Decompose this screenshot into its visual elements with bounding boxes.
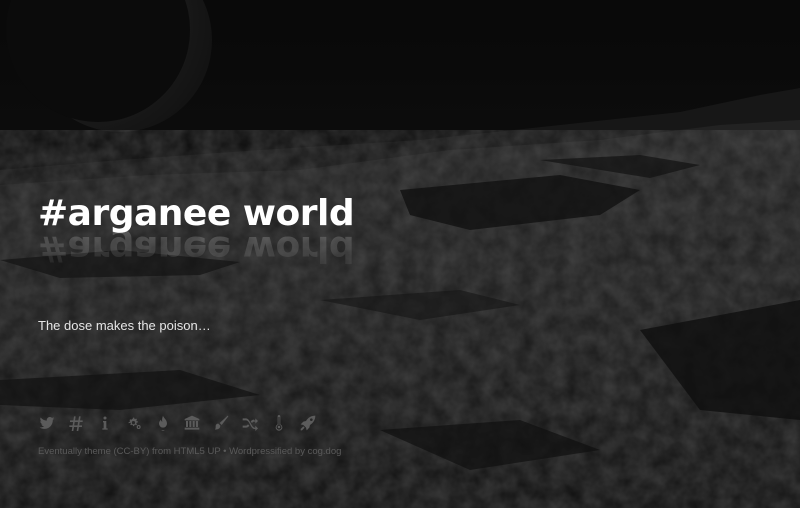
shuffle-icon[interactable] [241, 414, 259, 432]
fire-icon[interactable] [154, 414, 172, 432]
footer-credits: Eventually theme (CC-BY) from HTML5 UP •… [38, 446, 342, 457]
hero-scene: #arganee world #arganee world The dose m… [0, 0, 800, 508]
info-icon[interactable] [96, 414, 114, 432]
site-tagline: The dose makes the poison… [38, 318, 211, 333]
gears-icon[interactable] [125, 414, 143, 432]
title-block: #arganee world #arganee world [38, 190, 355, 272]
bank-icon[interactable] [183, 414, 201, 432]
paintbrush-icon[interactable] [212, 414, 230, 432]
hashtag-icon[interactable] [67, 414, 85, 432]
twitter-icon[interactable] [38, 414, 56, 432]
thermometer-icon[interactable] [270, 414, 288, 432]
social-icon-bar [38, 414, 328, 436]
rocket-icon[interactable] [299, 414, 317, 432]
site-title-reflection: #arganee world [38, 228, 355, 269]
